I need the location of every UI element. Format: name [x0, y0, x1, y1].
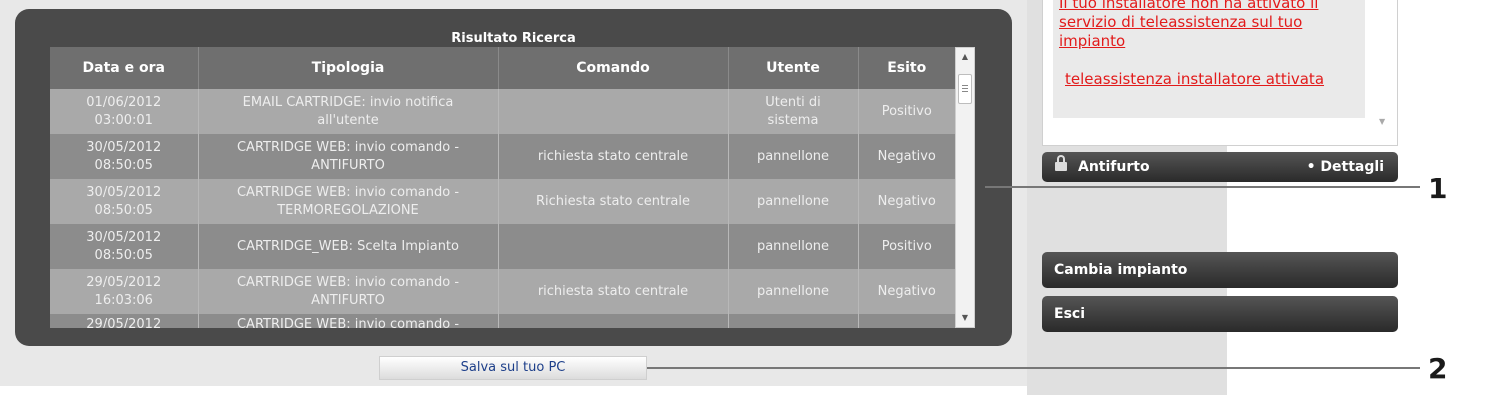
- table-cell-type: EMAIL CARTRIDGE: invio notifica all'utent…: [198, 89, 499, 134]
- exit-button[interactable]: Esci: [1042, 296, 1398, 332]
- table-row[interactable]: 29/05/2012 16:03:06 CARTRIDGE WEB: invio c…: [50, 269, 955, 314]
- table-cell-user: pannellone: [728, 224, 859, 269]
- table-cell-user: [728, 314, 859, 328]
- results-table-viewport[interactable]: Data e ora Tipologia Comando Utente Esit…: [50, 47, 955, 328]
- column-header-command[interactable]: Comando: [498, 47, 729, 89]
- scroll-down-arrow-icon[interactable]: ▼: [1379, 117, 1385, 126]
- table-cell-user: pannellone: [728, 269, 859, 314]
- table-row[interactable]: 29/05/2012 CARTRIDGE WEB: invio comando -: [50, 314, 955, 328]
- message-box: Il tuo installatore non ha attivato il s…: [1042, 0, 1398, 146]
- callout-1-label: 1: [1428, 172, 1448, 205]
- table-cell-date: 30/05/2012 08:50:05: [50, 179, 199, 224]
- table-header-row: Data e ora Tipologia Comando Utente Esit…: [50, 47, 955, 89]
- table-cell-date: 01/06/2012 03:00:01: [50, 89, 199, 134]
- teleassistance-not-active-link[interactable]: Il tuo installatore non ha attivato il s…: [1059, 0, 1364, 51]
- screen: Risultato Ricerca Data e ora Tipologia C…: [0, 0, 1500, 395]
- table-cell-result: Negativo: [858, 269, 955, 314]
- column-header-type[interactable]: Tipologia: [198, 47, 499, 89]
- table-cell-command: richiesta stato centrale: [498, 134, 729, 179]
- table-cell-type: CARTRIDGE WEB: invio comando - ANTIFURTO: [198, 269, 499, 314]
- table-cell-type: CARTRIDGE WEB: invio comando - ANTIFURTO: [198, 134, 499, 179]
- table-cell-date: 29/05/2012: [50, 314, 199, 328]
- results-title: Risultato Ricerca: [451, 31, 576, 46]
- table-row[interactable]: 30/05/2012 08:50:05 CARTRIDGE WEB: invio c…: [50, 134, 955, 179]
- table-cell-result: Negativo: [858, 179, 955, 224]
- antifurto-bar[interactable]: Antifurto • Dettagli: [1042, 152, 1398, 182]
- table-cell-date: 29/05/2012 16:03:06: [50, 269, 199, 314]
- scroll-up-arrow-icon[interactable]: ▲: [956, 48, 974, 66]
- save-to-pc-button[interactable]: Salva sul tuo PC: [379, 356, 647, 380]
- results-scrollbar[interactable]: ▲ ▼: [955, 47, 975, 328]
- table-cell-result: Positivo: [858, 89, 955, 134]
- table-cell-command: [498, 314, 729, 328]
- table-cell-result: [858, 314, 955, 328]
- table-cell-user: pannellone: [728, 179, 859, 224]
- column-header-user[interactable]: Utente: [728, 47, 859, 89]
- table-cell-user: pannellone: [728, 134, 859, 179]
- table-cell-command: Richiesta stato centrale: [498, 179, 729, 224]
- callout-2-label: 2: [1428, 352, 1448, 385]
- antifurto-label: Antifurto: [1078, 159, 1150, 175]
- callout-2-line: [647, 367, 1420, 369]
- table-cell-command: richiesta stato centrale: [498, 269, 729, 314]
- column-header-date[interactable]: Data e ora: [50, 47, 199, 89]
- table-cell-result: Positivo: [858, 224, 955, 269]
- callout-1-line: [985, 186, 1420, 188]
- table-cell-user: Utenti di sistema: [728, 89, 859, 134]
- table-row[interactable]: 30/05/2012 08:50:05 CARTRIDGE WEB: invio c…: [50, 179, 955, 224]
- table-cell-result: Negativo: [858, 134, 955, 179]
- message-scrollbar[interactable]: ▼: [1373, 0, 1395, 144]
- table-cell-date: 30/05/2012 08:50:05: [50, 224, 199, 269]
- scroll-thumb[interactable]: [958, 74, 972, 104]
- results-table: Data e ora Tipologia Comando Utente Esit…: [50, 47, 955, 328]
- table-row[interactable]: 30/05/2012 08:50:05 CARTRIDGE_WEB: Scelta …: [50, 224, 955, 269]
- details-link[interactable]: • Dettagli: [1307, 152, 1384, 182]
- teleassistance-active-link[interactable]: teleassistenza installatore attivata: [1065, 70, 1370, 89]
- table-cell-command: [498, 89, 729, 134]
- lock-icon: [1054, 155, 1068, 172]
- scroll-down-arrow-icon[interactable]: ▼: [956, 309, 974, 327]
- table-cell-type: CARTRIDGE WEB: invio comando -: [198, 314, 499, 328]
- table-cell-date: 30/05/2012 08:50:05: [50, 134, 199, 179]
- column-header-result[interactable]: Esito: [858, 47, 955, 89]
- table-row[interactable]: 01/06/2012 03:00:01 EMAIL CARTRIDGE: invio…: [50, 89, 955, 134]
- table-cell-type: CARTRIDGE_WEB: Scelta Impianto: [198, 224, 499, 269]
- change-plant-button[interactable]: Cambia impianto: [1042, 252, 1398, 288]
- table-cell-type: CARTRIDGE WEB: invio comando - TERMOREGOL…: [198, 179, 499, 224]
- table-cell-command: [498, 224, 729, 269]
